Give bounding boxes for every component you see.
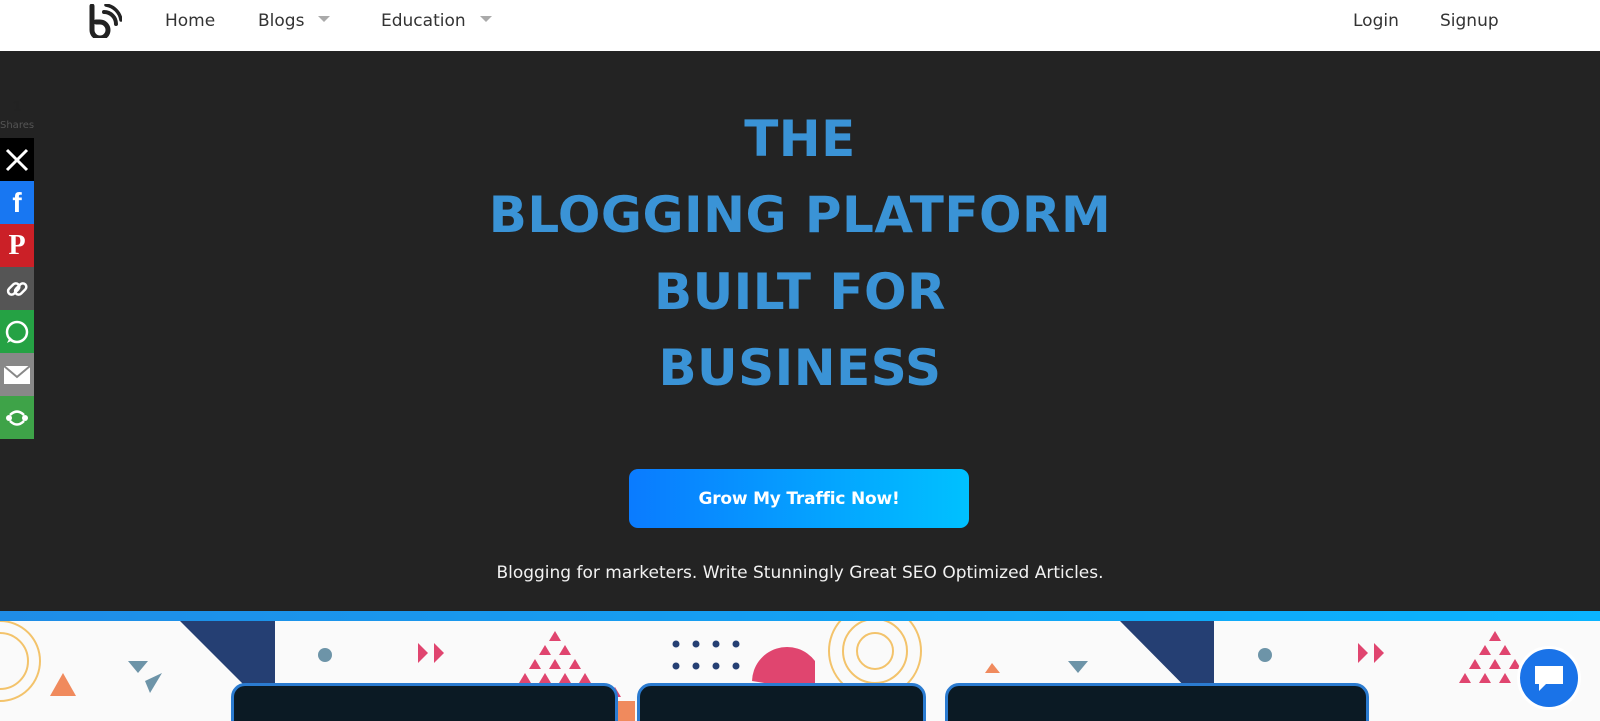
top-navbar: Home Blogs Education Login Signup [0, 0, 1600, 51]
hero-headline-line-1: THE [744, 110, 856, 168]
pinterest-icon: P [8, 229, 26, 261]
share-pinterest-button[interactable]: P [0, 224, 34, 267]
share-x-button[interactable] [0, 138, 34, 181]
share-count: 1 [12, 100, 22, 115]
hero-tagline: Blogging for marketers. Write Stunningly… [496, 563, 1104, 583]
copy-link-icon [6, 281, 28, 296]
share-more-button[interactable] [0, 396, 34, 439]
nav-education-label: Education [381, 11, 466, 31]
share-copy-link-button[interactable] [0, 267, 34, 310]
x-twitter-icon [5, 148, 29, 171]
nav-blogs-dropdown[interactable]: Blogs [258, 10, 331, 32]
email-icon [3, 364, 31, 384]
grow-traffic-button[interactable]: Grow My Traffic Now! [629, 469, 969, 528]
chat-bubble-icon [1535, 666, 1563, 691]
hero-bottom-bar [0, 611, 1600, 621]
share-whatsapp-button[interactable] [0, 310, 34, 353]
more-share-icon [6, 409, 28, 426]
hero-headline-line-3: BUILT FOR [653, 263, 947, 321]
share-email-button[interactable] [0, 353, 34, 396]
share-count-label: Shares [0, 120, 35, 131]
facebook-icon: f [12, 186, 22, 218]
nav-blogs-label: Blogs [258, 11, 305, 31]
login-link[interactable]: Login [1353, 10, 1399, 32]
nav-home-link[interactable]: Home [165, 10, 215, 32]
chevron-down-icon [479, 16, 492, 22]
signup-link[interactable]: Signup [1440, 10, 1499, 32]
chat-widget-button[interactable] [1517, 646, 1581, 710]
site-logo[interactable] [88, 4, 122, 38]
share-facebook-button[interactable]: f [0, 181, 34, 224]
feature-card[interactable] [945, 683, 1369, 721]
chevron-down-icon [318, 16, 331, 22]
feature-card[interactable] [637, 683, 926, 721]
feature-card[interactable] [231, 683, 618, 721]
hero-headline-line-2: BLOGGING PLATFORM [488, 186, 1112, 244]
whatsapp-icon [5, 320, 29, 343]
hero-headline-line-4: BUSINESS [658, 339, 942, 397]
hero-section: THE BLOGGING PLATFORM BUILT FOR BUSINESS… [0, 51, 1600, 611]
nav-education-dropdown[interactable]: Education [381, 10, 492, 32]
